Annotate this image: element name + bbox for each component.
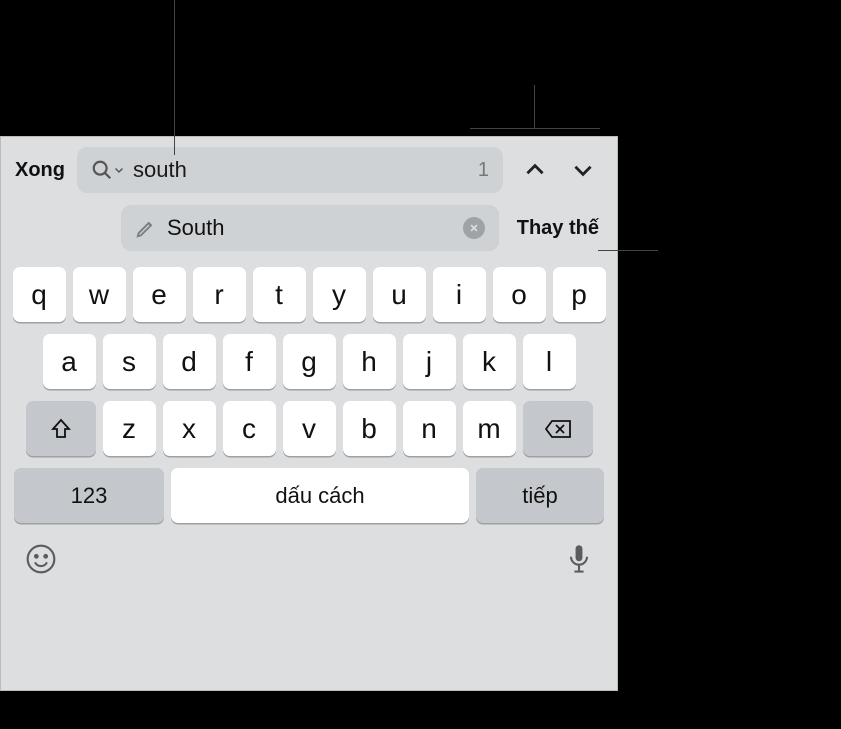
key-o[interactable]: o (493, 267, 546, 322)
search-input-value[interactable]: south (133, 157, 470, 183)
key-row-1: q w e r t y u i o p (5, 267, 613, 322)
done-button[interactable]: Xong (13, 155, 67, 186)
key-b[interactable]: b (343, 401, 396, 456)
key-g[interactable]: g (283, 334, 336, 389)
chevron-down-icon (570, 157, 596, 183)
key-s[interactable]: s (103, 334, 156, 389)
clear-replace-button[interactable] (463, 217, 485, 239)
shift-key[interactable] (26, 401, 96, 456)
dictation-button[interactable] (565, 543, 593, 575)
key-t[interactable]: t (253, 267, 306, 322)
key-j[interactable]: j (403, 334, 456, 389)
replace-toolbar: South Thay thế (1, 199, 617, 261)
key-w[interactable]: w (73, 267, 126, 322)
search-icon (91, 159, 113, 181)
callout-line (174, 0, 175, 155)
key-l[interactable]: l (523, 334, 576, 389)
key-y[interactable]: y (313, 267, 366, 322)
chevron-down-icon (113, 164, 125, 176)
callout-line (598, 250, 658, 251)
key-h[interactable]: h (343, 334, 396, 389)
key-u[interactable]: u (373, 267, 426, 322)
key-r[interactable]: r (193, 267, 246, 322)
replace-button[interactable]: Thay thế (511, 217, 605, 240)
replace-input-value[interactable]: South (167, 215, 453, 241)
key-p[interactable]: p (553, 267, 606, 322)
emoji-icon (25, 543, 57, 575)
key-row-3: z x c v b n m (5, 401, 613, 456)
replace-field[interactable]: South (121, 205, 499, 251)
callout-line (470, 128, 600, 129)
close-icon (469, 223, 479, 233)
prev-result-button[interactable] (513, 148, 557, 192)
search-toolbar: Xong south 1 (1, 137, 617, 199)
key-f[interactable]: f (223, 334, 276, 389)
key-c[interactable]: c (223, 401, 276, 456)
microphone-icon (565, 543, 593, 575)
keyboard: q w e r t y u i o p a s d f g h j k l (1, 261, 617, 523)
key-row-2: a s d f g h j k l (5, 334, 613, 389)
backspace-key[interactable] (523, 401, 593, 456)
keyboard-panel: Xong south 1 (0, 136, 618, 691)
pencil-icon (135, 217, 157, 239)
key-z[interactable]: z (103, 401, 156, 456)
key-v[interactable]: v (283, 401, 336, 456)
space-key[interactable]: dấu cách (171, 468, 469, 523)
key-a[interactable]: a (43, 334, 96, 389)
callout-line (534, 85, 535, 128)
next-key[interactable]: tiếp (476, 468, 604, 523)
key-e[interactable]: e (133, 267, 186, 322)
result-count: 1 (478, 159, 489, 182)
numbers-key[interactable]: 123 (14, 468, 164, 523)
result-nav (513, 148, 605, 192)
key-x[interactable]: x (163, 401, 216, 456)
backspace-icon (544, 417, 572, 441)
key-k[interactable]: k (463, 334, 516, 389)
key-n[interactable]: n (403, 401, 456, 456)
chevron-up-icon (522, 157, 548, 183)
emoji-button[interactable] (25, 543, 57, 575)
shift-icon (49, 417, 73, 441)
key-d[interactable]: d (163, 334, 216, 389)
key-i[interactable]: i (433, 267, 486, 322)
key-q[interactable]: q (13, 267, 66, 322)
search-field[interactable]: south 1 (77, 147, 503, 193)
search-options-button[interactable] (91, 159, 125, 181)
next-result-button[interactable] (561, 148, 605, 192)
keyboard-bottom-bar (1, 535, 617, 585)
key-m[interactable]: m (463, 401, 516, 456)
key-row-4: 123 dấu cách tiếp (5, 468, 613, 523)
